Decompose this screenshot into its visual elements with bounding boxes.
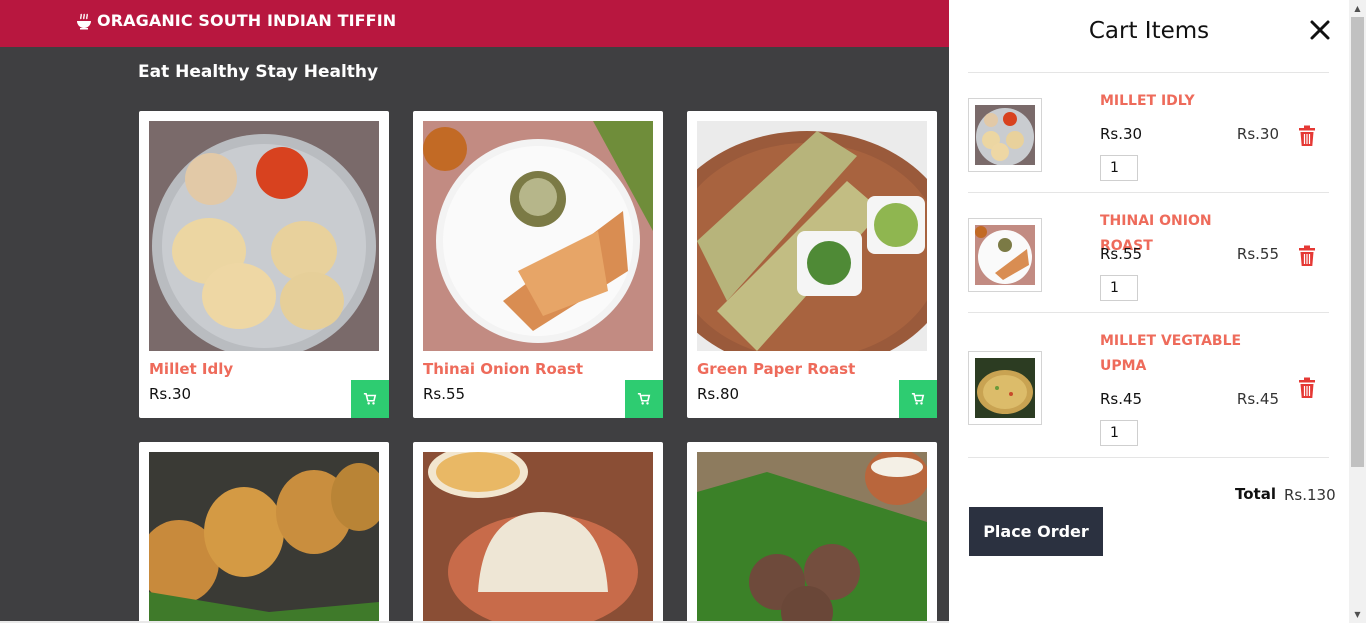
- cart-panel: Cart Items MILLET IDLY Rs.30 Rs.30 1 THI…: [949, 0, 1349, 623]
- trash-icon: [1299, 377, 1315, 398]
- close-icon: [1310, 20, 1330, 40]
- quantity-input[interactable]: [1100, 155, 1138, 181]
- cart-icon: [363, 392, 377, 405]
- product-price: Rs.30: [149, 385, 192, 403]
- bowl-icon: [75, 12, 93, 30]
- cart-item: MILLET IDLY Rs.30 Rs.30: [968, 85, 1329, 190]
- divider: [968, 192, 1329, 193]
- add-to-cart-button[interactable]: [899, 380, 937, 418]
- scrollbar-thumb[interactable]: [1351, 17, 1364, 467]
- divider: [968, 457, 1329, 458]
- delete-item-button[interactable]: [1298, 245, 1316, 267]
- cart-icon: [637, 392, 651, 405]
- product-price: Rs.55: [423, 385, 466, 403]
- scroll-up-arrow-icon[interactable]: ▲: [1349, 0, 1366, 17]
- quantity-input[interactable]: [1100, 275, 1138, 301]
- cart-item-price: Rs.45: [1100, 390, 1143, 408]
- brand-title: ORAGANIC SOUTH INDIAN TIFFIN: [97, 11, 397, 30]
- product-image-millet-idly[interactable]: [149, 121, 379, 351]
- product-name[interactable]: Green Paper Roast: [697, 360, 855, 378]
- cart-item-thumbnail: [968, 351, 1042, 425]
- cart-item-price: Rs.55: [1100, 245, 1143, 263]
- cart-item-subtotal: Rs.45: [1236, 390, 1279, 408]
- brand[interactable]: ORAGANIC SOUTH INDIAN TIFFIN: [75, 11, 396, 30]
- product-card: Thinai Onion Roast Rs.55: [413, 111, 663, 418]
- cart-item-subtotal: Rs.30: [1236, 125, 1279, 143]
- delete-item-button[interactable]: [1298, 125, 1316, 147]
- trash-icon: [1299, 245, 1315, 266]
- delete-item-button[interactable]: [1298, 377, 1316, 399]
- cart-item-name: MILLET IDLY: [1100, 93, 1195, 109]
- cart-item: MILLET VEGTABLE UPMA Rs.45 Rs.45: [968, 325, 1329, 455]
- product-image[interactable]: [149, 452, 379, 623]
- product-name[interactable]: Thinai Onion Roast: [423, 360, 583, 378]
- trash-icon: [1299, 125, 1315, 146]
- product-image[interactable]: [697, 452, 927, 623]
- product-card: [139, 442, 389, 623]
- product-card: [687, 442, 937, 623]
- cart-item-subtotal: Rs.55: [1236, 245, 1279, 263]
- product-image-green-paper-roast[interactable]: [697, 121, 927, 351]
- cart-item-thumbnail: [968, 218, 1042, 292]
- product-price: Rs.80: [697, 385, 740, 403]
- cart-icon: [911, 392, 925, 405]
- close-cart-button[interactable]: [1308, 18, 1332, 42]
- product-image[interactable]: [423, 452, 653, 623]
- product-card: Green Paper Roast Rs.80: [687, 111, 937, 418]
- page-tagline: Eat Healthy Stay Healthy: [138, 62, 379, 82]
- cart-item-price: Rs.30: [1100, 125, 1143, 143]
- add-to-cart-button[interactable]: [625, 380, 663, 418]
- product-card: Millet Idly Rs.30: [139, 111, 389, 418]
- scroll-down-arrow-icon[interactable]: ▼: [1349, 606, 1366, 623]
- scrollbar[interactable]: ▲ ▼: [1349, 0, 1366, 623]
- place-order-button[interactable]: Place Order: [969, 507, 1103, 556]
- add-to-cart-button[interactable]: [351, 380, 389, 418]
- top-navbar: ORAGANIC SOUTH INDIAN TIFFIN: [0, 0, 949, 47]
- cart-item-thumbnail: [968, 98, 1042, 172]
- divider: [968, 72, 1329, 73]
- product-name[interactable]: Millet Idly: [149, 360, 233, 378]
- divider: [968, 312, 1329, 313]
- quantity-input[interactable]: [1100, 420, 1138, 446]
- cart-item-name: MILLET VEGTABLE UPMA: [1100, 333, 1242, 374]
- product-card: [413, 442, 663, 623]
- product-image-thinai-onion-roast[interactable]: [423, 121, 653, 351]
- total-label: Total: [1235, 485, 1276, 503]
- cart-title: Cart Items: [1088, 18, 1210, 44]
- total-value: Rs.130: [1284, 486, 1336, 504]
- cart-item: THINAI ONION ROAST Rs.55 Rs.55: [968, 205, 1329, 310]
